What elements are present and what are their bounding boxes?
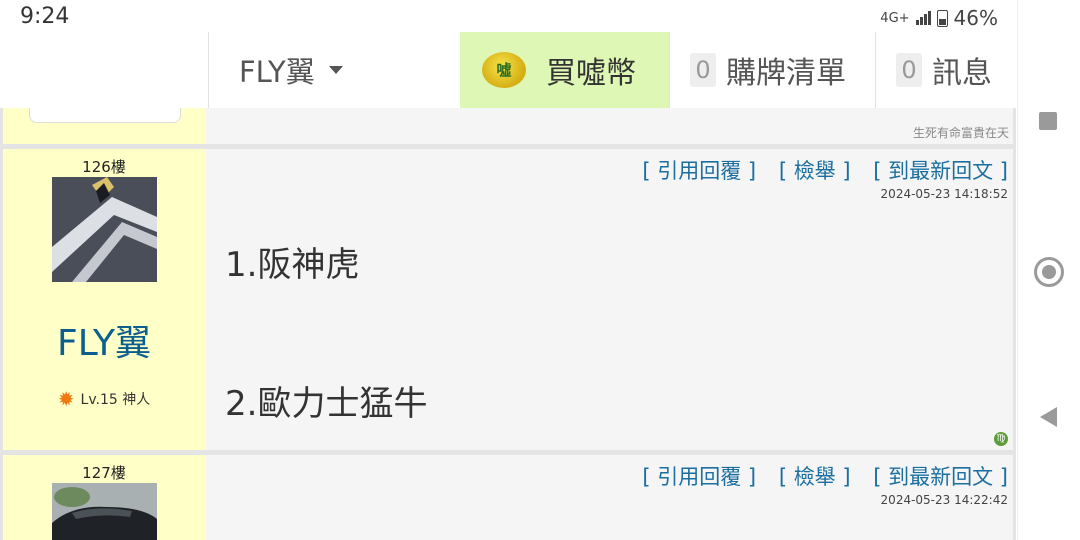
post-126: 126樓 FLY翼 ✹ Lv.15 神人 [ 引用回覆 ] [ 檢舉 ] [ 到… <box>3 149 1013 450</box>
battery-level: 46% <box>953 6 998 30</box>
post-content: 1.阪神虎 2.歐力士猛牛 <box>225 237 427 425</box>
floor-number: 126樓 <box>82 158 126 176</box>
report-link[interactable]: [ 檢舉 ] <box>779 159 851 183</box>
latest-reply-link[interactable]: [ 到最新回文 ] <box>873 465 1008 489</box>
caret-down-icon <box>328 66 343 74</box>
purchase-list-button[interactable]: 0 購牌清單 <box>669 32 876 108</box>
avatar[interactable] <box>52 177 157 282</box>
messages-count: 0 <box>896 53 922 87</box>
purchase-list-label: 購牌清單 <box>726 56 846 91</box>
post-sidebar <box>3 108 205 144</box>
post-sidebar: 126樓 FLY翼 ✹ Lv.15 神人 <box>3 149 205 450</box>
signature: 生死有命富貴在天 <box>912 126 1009 140</box>
status-bar: 9:24 4G+ 46% <box>0 0 1018 32</box>
post-list: 生死有命富貴在天 126樓 FLY翼 ✹ Lv.15 神人 [ 引用回覆 ] [… <box>0 108 1016 540</box>
status-time: 9:24 <box>20 4 70 29</box>
buy-coin-button[interactable]: 買噓幣 <box>460 32 669 108</box>
system-nav-bar <box>1017 0 1080 540</box>
previous-post-box <box>29 108 181 123</box>
back-icon[interactable] <box>1040 407 1057 427</box>
user-level: ✹ Lv.15 神人 <box>3 389 205 409</box>
zodiac-icon: ♍ <box>994 432 1008 446</box>
post-timestamp: 2024-05-23 14:22:42 <box>880 493 1008 507</box>
quote-reply-link[interactable]: [ 引用回覆 ] <box>642 465 756 489</box>
user-menu-name: FLY翼 <box>239 55 315 89</box>
avatar[interactable] <box>52 483 157 540</box>
post-actions: [ 引用回覆 ] [ 檢舉 ] [ 到最新回文 ] <box>626 155 1008 185</box>
post-127: 127樓 [ 引用回覆 ] [ 檢舉 ] [ 到最新回文 ] 2024-05-2… <box>3 455 1013 540</box>
post-sidebar: 127樓 <box>3 455 205 540</box>
signal-icon <box>915 11 931 25</box>
battery-icon <box>936 9 948 27</box>
level-text: Lv.15 神人 <box>80 392 151 408</box>
user-menu[interactable]: FLY翼 <box>208 32 461 108</box>
home-icon[interactable] <box>1034 257 1064 287</box>
level-flower-icon: ✹ <box>57 387 75 411</box>
top-nav: FLY翼 買噓幣 0 購牌清單 0 訊息 <box>0 32 1016 110</box>
messages-label: 訊息 <box>932 56 992 91</box>
avatar-image <box>52 483 157 540</box>
latest-reply-link[interactable]: [ 到最新回文 ] <box>873 159 1008 183</box>
floor-number: 127樓 <box>82 464 126 482</box>
purchase-list-count: 0 <box>690 53 716 87</box>
previous-post: 生死有命富貴在天 <box>3 108 1013 144</box>
report-link[interactable]: [ 檢舉 ] <box>779 465 851 489</box>
buy-coin-label: 買噓幣 <box>546 56 636 91</box>
content-line: 1.阪神虎 <box>225 245 360 285</box>
coin-icon <box>476 52 532 88</box>
recent-apps-icon[interactable] <box>1039 112 1057 130</box>
content-line: 2.歐力士猛牛 <box>225 384 428 424</box>
username[interactable]: FLY翼 <box>3 314 205 366</box>
status-indicators: 4G+ 46% <box>880 6 998 30</box>
messages-button[interactable]: 0 訊息 <box>875 32 1017 108</box>
network-type: 4G+ <box>880 10 910 26</box>
post-timestamp: 2024-05-23 14:18:52 <box>880 187 1008 201</box>
post-actions: [ 引用回覆 ] [ 檢舉 ] [ 到最新回文 ] <box>626 461 1008 491</box>
avatar-image <box>52 177 157 282</box>
quote-reply-link[interactable]: [ 引用回覆 ] <box>642 159 756 183</box>
